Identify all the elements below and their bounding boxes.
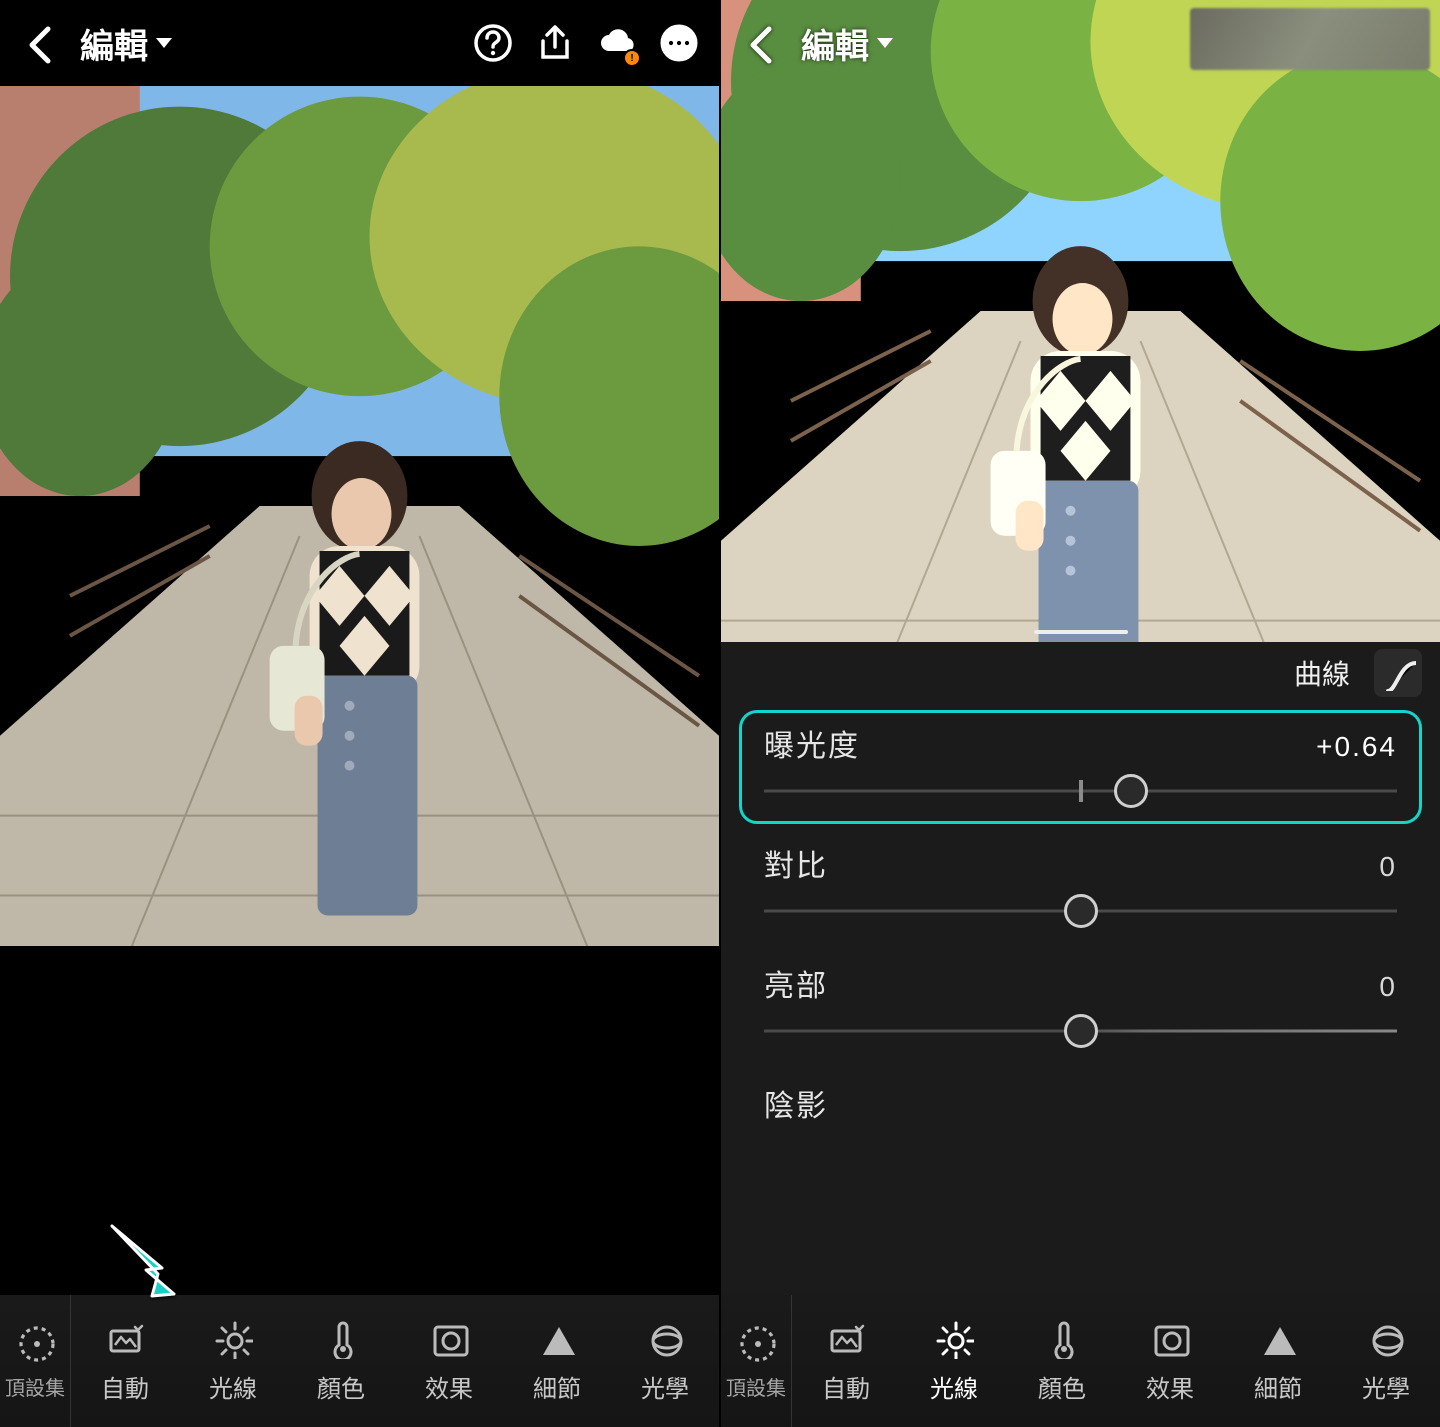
tool-presets-right[interactable]: 頂設集 [721, 1295, 792, 1427]
back-button[interactable] [739, 21, 783, 65]
cloud-sync-button[interactable]: ! [595, 21, 639, 65]
topbar-left: 編輯 ! [0, 0, 719, 86]
thermometer-icon [1042, 1319, 1082, 1359]
tool-effects[interactable]: 效果 [395, 1295, 503, 1427]
slider-contrast-track[interactable] [764, 895, 1397, 927]
tool-auto-label: 自動 [822, 1369, 870, 1404]
topbar-right: 編輯 [721, 0, 1440, 86]
tool-optics[interactable]: 光學 [611, 1295, 719, 1427]
more-button[interactable] [657, 21, 701, 65]
tool-optics-label: 光學 [1362, 1369, 1410, 1404]
triangle-icon [1258, 1319, 1298, 1359]
tool-effects-label: 效果 [1146, 1369, 1194, 1404]
bottom-toolbar-right: 頂設集 自動 光線 顏色 效果 細節 光學 [721, 1295, 1440, 1427]
heal-icon [15, 1322, 55, 1362]
sun-icon [213, 1319, 253, 1359]
slider-contrast-label: 對比 [764, 841, 828, 885]
slider-shadows[interactable]: 陰影 [739, 1070, 1422, 1142]
vignette-icon [429, 1319, 469, 1359]
slider-exposure-thumb[interactable] [1114, 774, 1148, 808]
tool-color[interactable]: 顏色 [287, 1295, 395, 1427]
sun-icon [934, 1319, 974, 1359]
slider-exposure-track[interactable] [764, 775, 1397, 807]
photo-canvas-right[interactable] [721, 0, 1440, 642]
triangle-icon [537, 1319, 577, 1359]
slider-highlights-value: 0 [1379, 971, 1397, 1003]
slider-exposure-value: +0.64 [1316, 731, 1397, 763]
tool-presets-label: 頂設集 [5, 1372, 65, 1401]
help-button[interactable] [471, 21, 515, 65]
tool-presets-label: 頂設集 [726, 1372, 786, 1401]
tool-detail[interactable]: 細節 [1224, 1295, 1332, 1427]
tool-optics[interactable]: 光學 [1332, 1295, 1440, 1427]
slider-highlights-thumb[interactable] [1064, 1014, 1098, 1048]
home-indicator [1034, 630, 1128, 634]
slider-contrast[interactable]: 對比 0 [739, 830, 1422, 944]
slider-contrast-thumb[interactable] [1064, 894, 1098, 928]
tool-effects[interactable]: 效果 [1116, 1295, 1224, 1427]
auto-icon [826, 1319, 866, 1359]
tool-light[interactable]: 光線 [179, 1295, 287, 1427]
tool-presets-left[interactable]: 頂設集 [0, 1295, 71, 1427]
tool-light-label: 光線 [209, 1369, 257, 1404]
pane-after: 編輯 [719, 0, 1440, 1427]
bottom-toolbar-left: 頂設集 自動 光線 顏色 效果 細節 光學 [0, 1295, 719, 1427]
redacted-area [1190, 8, 1430, 70]
chevron-down-icon [156, 38, 172, 48]
auto-icon [105, 1319, 145, 1359]
tool-effects-label: 效果 [425, 1369, 473, 1404]
photo-canvas-left[interactable] [0, 86, 719, 1295]
back-button[interactable] [18, 21, 62, 65]
slider-exposure[interactable]: 曝光度 +0.64 [739, 710, 1422, 824]
slider-highlights-track[interactable] [764, 1015, 1397, 1047]
mode-title: 編輯 [801, 19, 869, 68]
tool-light[interactable]: 光線 [900, 1295, 1008, 1427]
mode-dropdown[interactable]: 編輯 [80, 19, 172, 68]
vignette-icon [1150, 1319, 1190, 1359]
slider-highlights-label: 亮部 [764, 961, 828, 1005]
sync-warning-badge: ! [623, 49, 641, 67]
thermometer-icon [321, 1319, 361, 1359]
tool-light-label: 光線 [930, 1369, 978, 1404]
mode-dropdown[interactable]: 編輯 [801, 19, 893, 68]
mode-title: 編輯 [80, 19, 148, 68]
curves-button[interactable] [1374, 649, 1422, 697]
pointer-arrow-annotation [100, 1214, 190, 1309]
tool-detail-label: 細節 [533, 1369, 581, 1404]
slider-highlights[interactable]: 亮部 0 [739, 950, 1422, 1064]
tool-auto[interactable]: 自動 [71, 1295, 179, 1427]
tool-detail[interactable]: 細節 [503, 1295, 611, 1427]
slider-contrast-value: 0 [1379, 851, 1397, 883]
pane-before: 編輯 ! [0, 0, 719, 1427]
slider-exposure-label: 曝光度 [764, 721, 860, 765]
tool-auto-label: 自動 [101, 1369, 149, 1404]
tool-auto[interactable]: 自動 [792, 1295, 900, 1427]
tool-color[interactable]: 顏色 [1008, 1295, 1116, 1427]
tool-detail-label: 細節 [1254, 1369, 1302, 1404]
slider-shadows-label: 陰影 [764, 1081, 828, 1125]
chevron-down-icon [877, 38, 893, 48]
share-button[interactable] [533, 21, 577, 65]
curves-label: 曲線 [1294, 653, 1350, 693]
lens-icon [645, 1319, 685, 1359]
tool-color-label: 顏色 [317, 1369, 365, 1404]
tool-color-label: 顏色 [1038, 1369, 1086, 1404]
heal-icon [736, 1322, 776, 1362]
lens-icon [1366, 1319, 1406, 1359]
light-panel: 曲線 曝光度 +0.64 對比 0 亮部 0 陰影 [721, 642, 1440, 1295]
tool-optics-label: 光學 [641, 1369, 689, 1404]
